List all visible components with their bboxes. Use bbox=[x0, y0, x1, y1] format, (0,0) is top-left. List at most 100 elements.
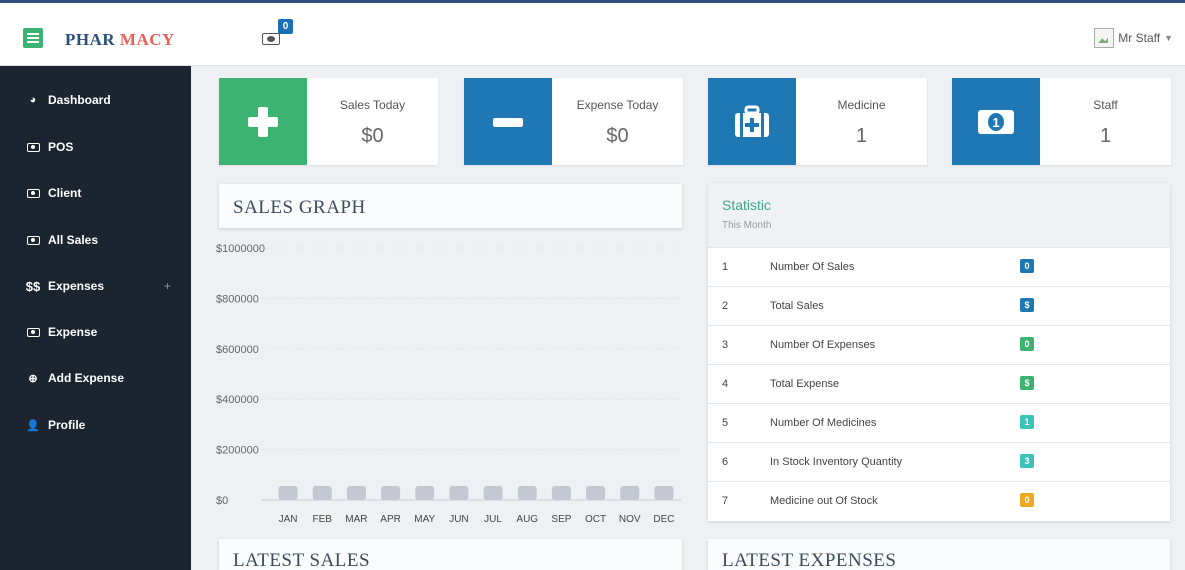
card-label: Staff bbox=[1093, 98, 1118, 112]
chart-bar-jun bbox=[449, 486, 469, 500]
statistic-header: Statistic This Month bbox=[708, 183, 1170, 247]
brand-part-2: MACY bbox=[119, 30, 175, 49]
table-row: 2 Total Sales $ bbox=[708, 286, 1170, 325]
sidebar-item-expenses[interactable]: $$ Expenses + bbox=[0, 269, 191, 303]
table-row: 4 Total Expense $ bbox=[708, 364, 1170, 403]
latest-expenses-title: LATEST EXPENSES bbox=[722, 550, 897, 570]
sidebar-item-expense[interactable]: Expense bbox=[0, 315, 191, 349]
sidebar-item-pos[interactable]: POS bbox=[0, 130, 191, 164]
user-menu[interactable]: Mr Staff ▼ bbox=[1094, 27, 1173, 49]
sidebar: ◕ Dashboard POS Client All Sales $$ Expe… bbox=[0, 66, 191, 570]
money-icon: 1 bbox=[952, 78, 1040, 165]
card-label: Medicine bbox=[837, 98, 886, 112]
status-badge: 0 bbox=[1020, 493, 1034, 507]
sidebar-item-dashboard[interactable]: ◕ Dashboard bbox=[0, 83, 191, 117]
sales-graph-header: SALES GRAPH bbox=[219, 184, 682, 228]
y-tick-label: $0 bbox=[216, 495, 228, 507]
medkit-icon bbox=[708, 78, 796, 165]
status-badge: 1 bbox=[1020, 415, 1034, 429]
brand-part-1: PHAR bbox=[65, 30, 116, 49]
latest-sales-title: LATEST SALES bbox=[233, 550, 371, 570]
chart-bar-feb bbox=[312, 486, 332, 500]
brand-logo[interactable]: PHAR MACY bbox=[65, 30, 175, 50]
card-medicine[interactable]: Medicine 1 bbox=[708, 78, 927, 165]
statistic-title: Statistic bbox=[722, 197, 772, 213]
x-tick-label: OCT bbox=[585, 514, 606, 525]
card-staff[interactable]: 1 Staff 1 bbox=[952, 78, 1171, 165]
sidebar-item-label: Profile bbox=[48, 418, 86, 432]
row-label: Medicine out Of Stock bbox=[770, 495, 878, 507]
sidebar-item-label: Client bbox=[48, 186, 82, 200]
chart-bar-oct bbox=[586, 486, 606, 500]
x-tick-label: SEP bbox=[551, 514, 571, 525]
table-row: 1 Number Of Sales 0 bbox=[708, 247, 1170, 286]
chart-bar-jul bbox=[483, 486, 503, 500]
row-number: 4 bbox=[722, 378, 729, 390]
chart-bar-sep bbox=[551, 486, 571, 500]
plus-circle-icon: ⊕ bbox=[28, 372, 38, 385]
sidebar-item-add-expense[interactable]: ⊕ Add Expense bbox=[0, 361, 191, 395]
pos-cart-icon[interactable] bbox=[262, 33, 280, 45]
card-sales-today[interactable]: Sales Today $0 bbox=[219, 78, 438, 165]
status-badge: 0 bbox=[1020, 337, 1034, 351]
x-tick-label: FEB bbox=[313, 514, 333, 525]
row-label: In Stock Inventory Quantity bbox=[770, 456, 903, 468]
row-number: 6 bbox=[722, 456, 729, 468]
sales-bar-chart: $0 $200000 $400000 $600000 $800000 $1000000 JA… bbox=[216, 243, 681, 525]
row-label: Number Of Expenses bbox=[770, 339, 876, 351]
svg-text:1: 1 bbox=[992, 115, 999, 130]
sidebar-item-label: Expense bbox=[48, 325, 98, 339]
status-badge: 0 bbox=[1020, 259, 1034, 273]
user-name: Mr Staff bbox=[1118, 31, 1161, 45]
money-icon bbox=[26, 188, 40, 198]
row-number: 2 bbox=[722, 300, 729, 312]
chart-bar-nov bbox=[620, 486, 640, 500]
row-number: 1 bbox=[722, 261, 729, 273]
card-value: 1 bbox=[855, 125, 868, 147]
money-icon bbox=[26, 142, 40, 152]
chart-bar-aug bbox=[517, 486, 537, 500]
x-tick-label: AUG bbox=[516, 514, 538, 525]
y-tick-label: $800000 bbox=[216, 293, 259, 305]
x-tick-label: NOV bbox=[619, 514, 641, 525]
chart-bar-dec bbox=[654, 486, 674, 500]
x-tick-label: MAR bbox=[345, 514, 367, 525]
user-icon: 👤 bbox=[26, 419, 40, 432]
sidebar-item-profile[interactable]: 👤 Profile bbox=[0, 408, 191, 442]
chart-bar-jan bbox=[278, 486, 298, 500]
top-navbar: PHAR MACY 0 Mr Staff ▼ bbox=[0, 0, 1185, 66]
y-tick-label: $400000 bbox=[216, 394, 259, 406]
row-label: Total Sales bbox=[770, 300, 824, 312]
minus-icon bbox=[464, 78, 552, 165]
row-label: Number Of Medicines bbox=[770, 417, 877, 429]
y-tick-label: $1000000 bbox=[216, 243, 265, 255]
table-row: 3 Number Of Expenses 0 bbox=[708, 325, 1170, 364]
x-tick-label: DEC bbox=[653, 514, 674, 525]
table-row: 6 In Stock Inventory Quantity 3 bbox=[708, 442, 1170, 481]
x-tick-label: JAN bbox=[279, 514, 298, 525]
chart-bar-mar bbox=[346, 486, 366, 500]
row-number: 5 bbox=[722, 417, 729, 429]
y-tick-label: $200000 bbox=[216, 445, 259, 457]
plus-icon bbox=[219, 78, 307, 165]
card-expense-today[interactable]: Expense Today $0 bbox=[464, 78, 683, 165]
status-badge: $ bbox=[1020, 376, 1034, 390]
row-label: Total Expense bbox=[770, 378, 840, 390]
x-tick-label: JUL bbox=[484, 514, 502, 525]
sidebar-item-client[interactable]: Client bbox=[0, 176, 191, 210]
latest-expenses-panel: LATEST EXPENSES bbox=[708, 539, 1170, 570]
money-icon bbox=[26, 235, 40, 245]
expand-plus-icon[interactable]: + bbox=[164, 279, 171, 293]
hamburger-menu-icon[interactable] bbox=[23, 28, 43, 48]
cart-count-badge: 0 bbox=[278, 19, 293, 34]
y-tick-label: $600000 bbox=[216, 344, 259, 356]
chart-bar-may bbox=[415, 486, 435, 500]
row-number: 3 bbox=[722, 339, 729, 351]
sidebar-item-label: Add Expense bbox=[48, 371, 125, 385]
sidebar-item-all-sales[interactable]: All Sales bbox=[0, 223, 191, 257]
row-label: Number Of Sales bbox=[770, 261, 855, 273]
card-value: $0 bbox=[606, 125, 629, 147]
status-badge: 3 bbox=[1020, 454, 1034, 468]
sidebar-item-label: POS bbox=[48, 140, 74, 154]
sidebar-item-label: Expenses bbox=[48, 279, 105, 293]
